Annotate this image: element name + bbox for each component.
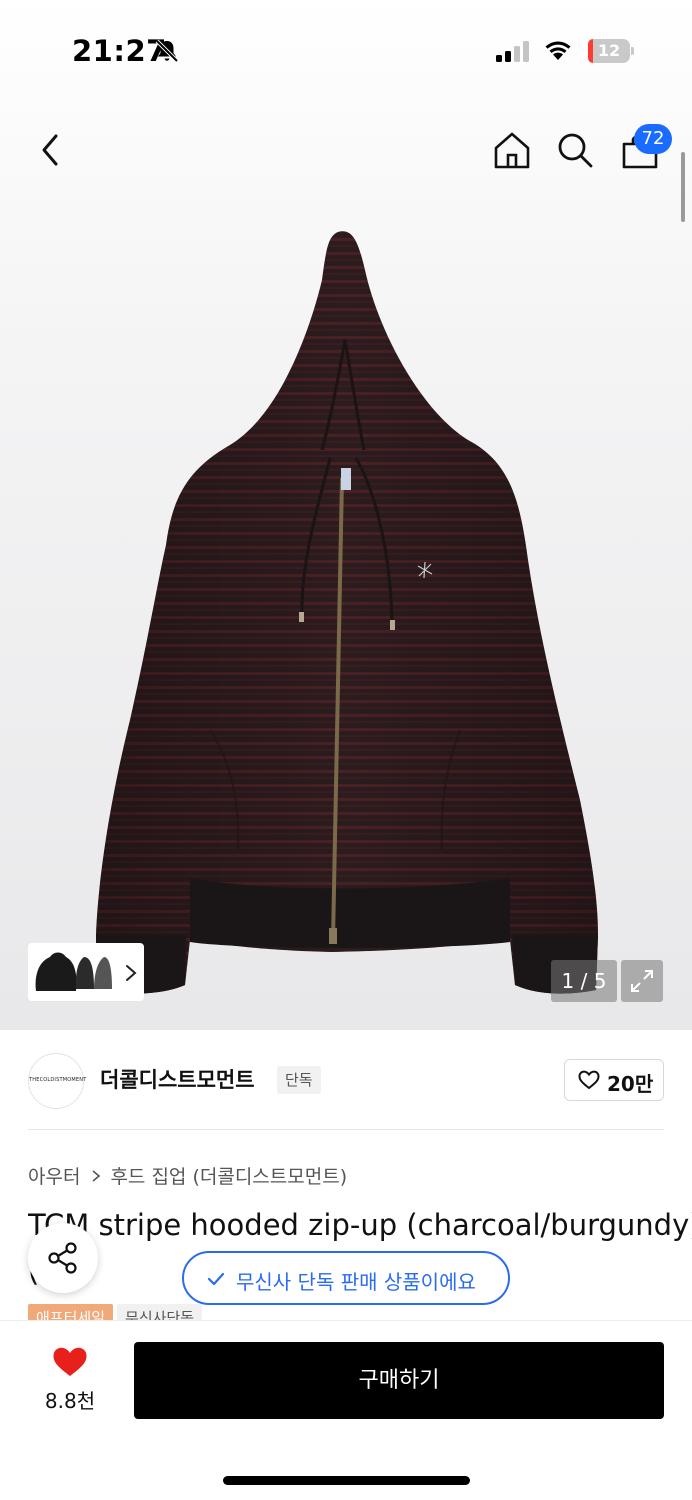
image-page-counter: 1 / 5 bbox=[551, 960, 617, 1002]
exclusive-notice-pill[interactable]: 무신사 단독 판매 상품이에요 bbox=[182, 1251, 510, 1305]
home-indicator[interactable] bbox=[223, 1476, 470, 1485]
brand-like-button[interactable]: 20만 bbox=[564, 1059, 664, 1101]
brand-name[interactable]: 더콜디스트모먼트 bbox=[100, 1064, 255, 1094]
home-button[interactable] bbox=[492, 130, 532, 170]
status-bar: 21:27 12 bbox=[0, 0, 692, 100]
brand-logo-text: THECOLDISTMOMENT bbox=[29, 1077, 87, 1083]
back-button[interactable] bbox=[34, 130, 66, 170]
signal-icon bbox=[496, 41, 529, 62]
product-title: TCM stripe hooded zip-up (charcoal/burgu… bbox=[28, 1208, 692, 1242]
expand-icon bbox=[631, 970, 653, 992]
wishlist-count: 8.8천 bbox=[44, 1389, 96, 1413]
share-button[interactable] bbox=[28, 1223, 98, 1293]
expand-button[interactable] bbox=[621, 960, 663, 1002]
wifi-icon bbox=[545, 41, 571, 60]
exclusive-tag: 단독 bbox=[277, 1066, 321, 1094]
exclusive-notice-text: 무신사 단독 판매 상품이에요 bbox=[236, 1270, 476, 1294]
wishlist-heart-button[interactable] bbox=[52, 1346, 88, 1378]
share-icon bbox=[48, 1242, 77, 1274]
brand-like-count: 20만 bbox=[607, 1072, 654, 1096]
chevron-right-icon[interactable] bbox=[124, 963, 138, 983]
buy-button[interactable]: 구매하기 bbox=[134, 1342, 664, 1419]
bell-slash-icon bbox=[155, 39, 179, 63]
battery-indicator: 12 bbox=[588, 39, 634, 63]
chevron-left-icon bbox=[42, 134, 58, 166]
divider bbox=[28, 1129, 664, 1130]
status-time: 21:27 bbox=[72, 34, 167, 68]
battery-level: 12 bbox=[597, 41, 621, 60]
heart-outline-icon bbox=[578, 1070, 600, 1090]
brand-logo[interactable]: THECOLDISTMOMENT bbox=[28, 1053, 87, 1109]
check-icon bbox=[207, 1272, 225, 1286]
search-button[interactable] bbox=[556, 131, 594, 169]
scrollbar[interactable] bbox=[681, 152, 685, 222]
breadcrumb-subcategory[interactable]: 후드 집업 (더콜디스트모먼트) bbox=[110, 1166, 347, 1188]
cart-count-badge: 72 bbox=[634, 124, 672, 154]
breadcrumb-category[interactable]: 아우터 bbox=[28, 1166, 80, 1188]
home-icon bbox=[494, 132, 530, 169]
breadcrumb: 아우터 후드 집업 (더콜디스트모먼트) bbox=[28, 1162, 347, 1189]
chevron-right-icon bbox=[92, 1170, 101, 1182]
heart-icon bbox=[53, 1347, 87, 1376]
